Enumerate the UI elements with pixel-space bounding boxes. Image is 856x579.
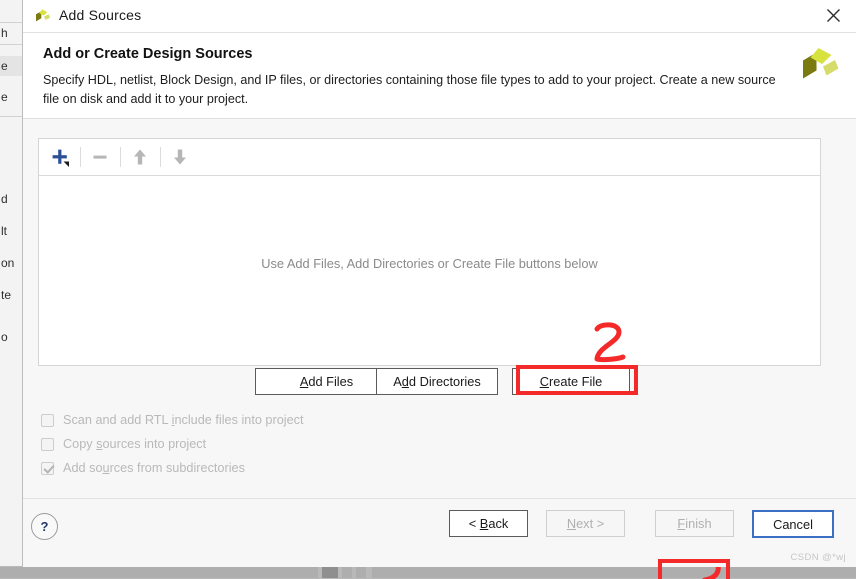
dialog-titlebar: Add Sources [23, 0, 856, 33]
xilinx-logo-icon [799, 45, 839, 87]
cancel-button[interactable]: Cancel [752, 510, 834, 538]
taskbar-item[interactable] [356, 567, 366, 578]
taskbar-segment [372, 567, 856, 578]
dialog-header: Add or Create Design Sources Specify HDL… [23, 33, 856, 119]
option-copy-sources-label: Copy sources into project [63, 437, 207, 451]
checkbox-scan-rtl [41, 413, 54, 427]
create-file-label: Create File [539, 374, 603, 389]
move-up-button [127, 144, 153, 170]
checkbox-add-subdirs [41, 461, 54, 475]
watermark: CSDN @*wj [790, 552, 846, 563]
sources-toolbar [39, 139, 820, 176]
empty-list-message: Use Add Files, Add Directories or Create… [261, 256, 598, 271]
next-button: Next > [546, 510, 625, 537]
add-files-label: Add Files [299, 374, 354, 389]
page-title: Add or Create Design Sources [43, 46, 253, 62]
dialog-title: Add Sources [59, 7, 142, 23]
add-directories-label: Add Directories [393, 374, 481, 389]
dialog-footer: ? < Back Next > Finish Cancel CSDN @*wj [23, 498, 856, 567]
add-button[interactable] [47, 144, 73, 170]
sources-list[interactable]: Use Add Files, Add Directories or Create… [39, 176, 820, 365]
finish-button: Finish [655, 510, 734, 537]
move-down-button [167, 144, 193, 170]
help-button[interactable]: ? [31, 513, 58, 540]
taskbar-item[interactable] [342, 567, 352, 578]
background-text-fragment: te [1, 288, 12, 302]
taskbar-item[interactable] [322, 567, 338, 578]
close-icon[interactable] [810, 0, 856, 31]
next-label: Next > [566, 516, 605, 531]
checkbox-copy-sources [41, 437, 54, 451]
screen: h e e d lt on te o Add Sources Add or Cr… [0, 0, 856, 579]
finish-label: Finish [677, 516, 712, 531]
option-add-subdirs-label: Add sources from subdirectories [63, 461, 245, 475]
remove-button [87, 144, 113, 170]
add-sources-dialog: Add Sources Add or Create Design Sources… [22, 0, 856, 579]
background-text-fragment: on [1, 256, 15, 270]
cancel-label: Cancel [773, 516, 813, 532]
taskbar[interactable] [0, 566, 856, 579]
option-scan-rtl-label: Scan and add RTL include files into proj… [63, 413, 304, 427]
option-scan-rtl: Scan and add RTL include files into proj… [41, 413, 304, 427]
option-add-subdirs: Add sources from subdirectories [41, 461, 245, 475]
add-directories-button[interactable]: Add Directories [376, 368, 498, 395]
option-copy-sources: Copy sources into project [41, 437, 206, 451]
background-text-fragment: lt [1, 224, 7, 238]
dialog-body: Use Add Files, Add Directories or Create… [23, 119, 856, 579]
background-text-fragment: h [1, 26, 8, 40]
create-file-button[interactable]: Create File [512, 368, 630, 395]
background-text-fragment: d [1, 192, 8, 206]
back-label: < Back [468, 516, 509, 531]
xilinx-logo-icon [34, 8, 51, 25]
background-text-fragment: e [1, 59, 8, 73]
taskbar-segment [0, 567, 318, 578]
background-text-fragment: o [1, 330, 8, 344]
page-description: Specify HDL, netlist, Block Design, and … [43, 73, 776, 106]
background-text-fragment: e [1, 90, 8, 104]
sources-panel: Use Add Files, Add Directories or Create… [38, 138, 821, 366]
back-button[interactable]: < Back [449, 510, 528, 537]
